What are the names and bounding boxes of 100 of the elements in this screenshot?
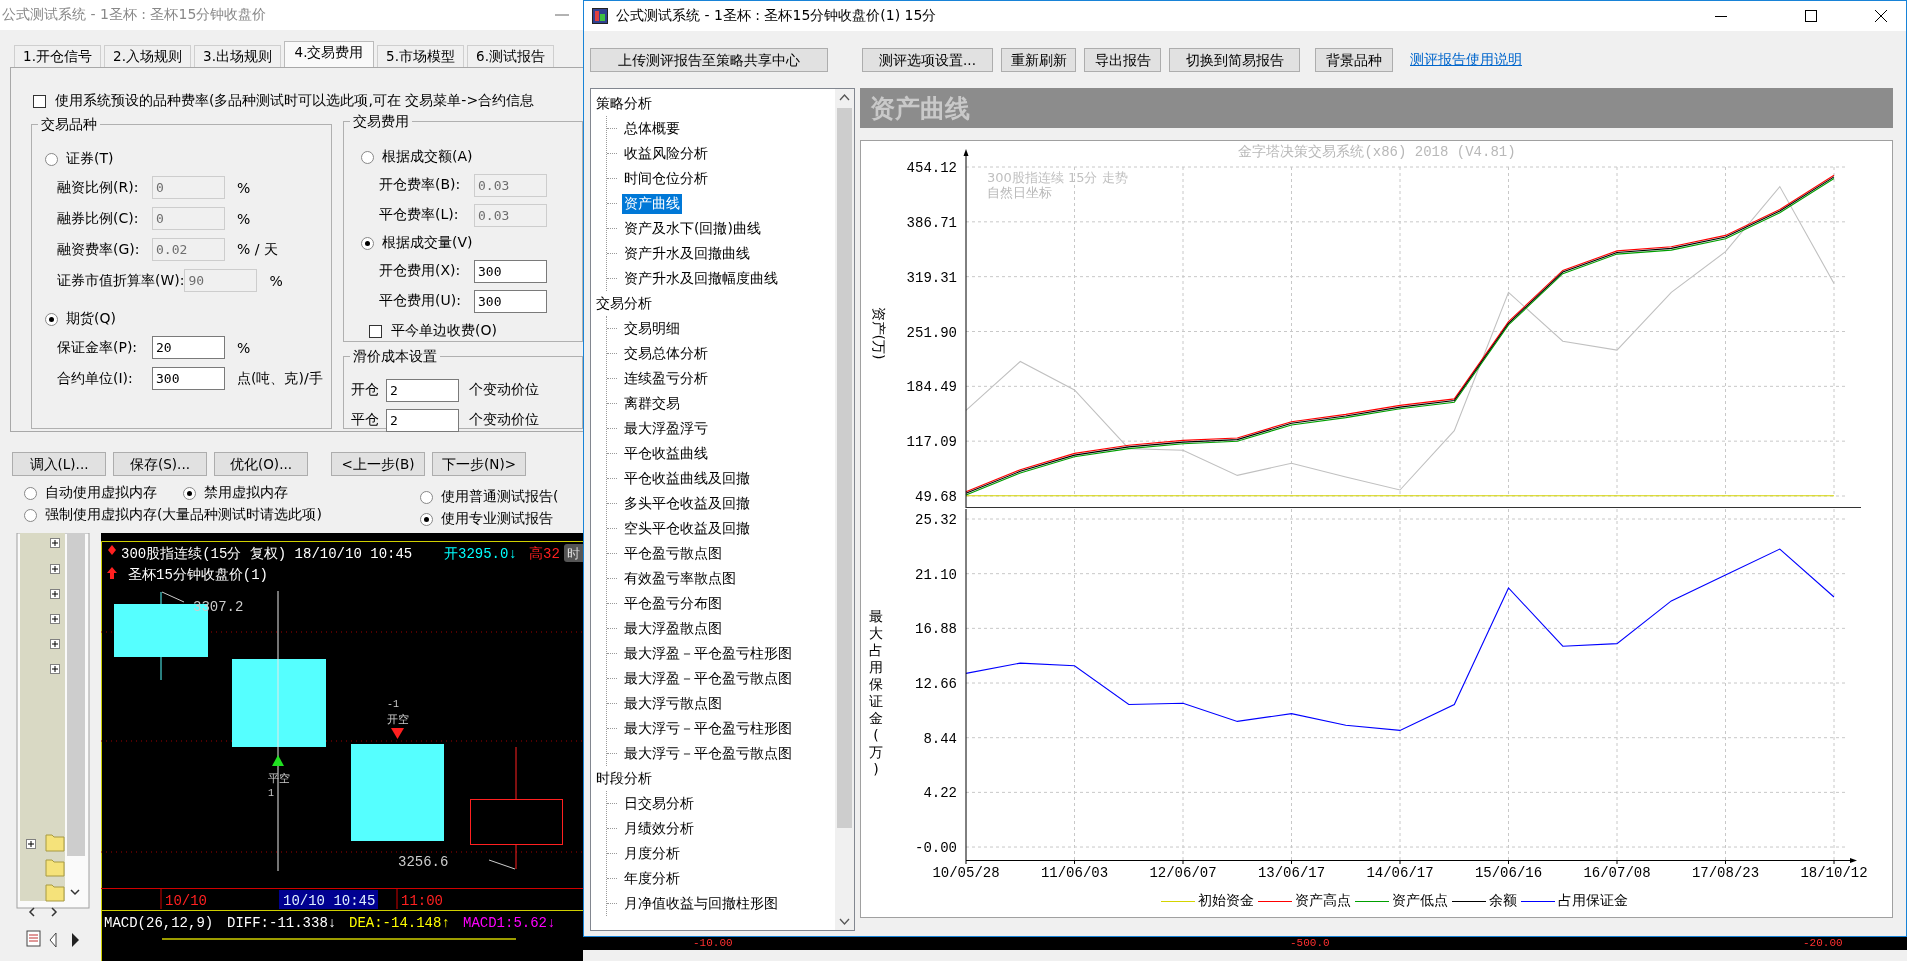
expand-icon[interactable] [26,839,36,849]
chevron-right-icon[interactable] [51,907,58,917]
tree-item[interactable]: 平仓盈亏散点图 [622,543,724,564]
button[interactable]: 保存(S)... [113,452,207,476]
input-field[interactable]: 300 [152,367,225,390]
radio-button[interactable] [361,236,374,250]
radio-button[interactable] [183,486,196,500]
tree-item[interactable]: 最大浮亏散点图 [622,693,724,714]
group-title: 滑价成本设置 [350,348,440,364]
help-link[interactable]: 测评报告使用说明 [1410,51,1522,69]
tree-item[interactable]: 多头平仓收益及回撤 [622,493,752,514]
tree-item[interactable]: 总体概要 [622,118,682,139]
tree-item[interactable]: 时段分析 [594,768,654,789]
tree-item[interactable]: 资产升水及回撤幅度曲线 [622,268,780,289]
tree-item[interactable]: 策略分析 [594,93,654,114]
expand-icon[interactable] [50,639,60,649]
radio-label: 禁用虚拟内存 [204,484,288,502]
tree-item[interactable]: 最大浮盈－平仓盈亏散点图 [622,668,794,689]
input-field[interactable]: 300 [474,259,547,283]
time-label: 11:00 [401,893,443,909]
button[interactable]: 调入(L)... [12,452,106,476]
radio-button[interactable] [24,508,37,522]
tree-item[interactable]: 最大浮亏－平仓盈亏散点图 [622,743,794,764]
tree-item[interactable]: 最大浮盈浮亏 [622,418,710,439]
tree-item[interactable]: 交易明细 [622,318,682,339]
tree-item[interactable]: 最大浮盈散点图 [622,618,724,639]
tab[interactable]: 5.市场模型 [377,45,464,67]
tab[interactable]: 4.交易费用 [284,41,374,67]
chevron-down-icon[interactable] [70,889,80,896]
axis-tick-label: 12/06/07 [1149,865,1217,881]
input-field[interactable]: 2 [386,408,459,432]
expand-icon[interactable] [50,538,60,548]
axis-tick-label: 17/08/23 [1691,865,1760,881]
triangle-right-icon[interactable] [72,933,79,947]
input-field[interactable]: 300 [474,289,547,313]
high-price: 高32 [529,546,560,562]
button[interactable]: 下一步(N)> [432,452,526,476]
axis-tick-label: -0.00 [915,840,957,857]
period-button[interactable]: 时 [564,544,583,562]
tree-item[interactable]: 连续盈亏分析 [622,368,710,389]
tree-item[interactable]: 资产曲线 [622,193,682,214]
price-label: 3256.6 [398,854,449,870]
tree-item[interactable]: 平仓收益曲线及回撤 [622,468,752,489]
triangle-left-icon[interactable] [49,932,57,948]
tree-item[interactable]: 最大浮亏－平仓盈亏柱形图 [622,718,794,739]
maximize-icon[interactable] [1805,10,1817,22]
tree-item[interactable]: 最大浮盈－平仓盈亏柱形图 [622,643,794,664]
tree-item[interactable]: 年度分析 [622,868,682,889]
close-icon[interactable] [1875,10,1887,22]
tree-item[interactable]: 月净值收益与回撤柱形图 [622,893,780,914]
radio-button[interactable] [45,312,58,326]
expand-icon[interactable] [50,664,60,674]
tab[interactable]: 3.出场规则 [194,45,281,67]
button[interactable]: <上一步(B) [331,452,425,476]
button[interactable]: 测评选项设置... [862,48,993,72]
tree-item[interactable]: 交易总体分析 [622,343,710,364]
tab[interactable]: 1.开仓信号 [14,45,101,67]
tree-item[interactable]: 月绩效分析 [622,818,696,839]
radio-button[interactable] [361,150,374,164]
button[interactable]: 优化(O)... [214,452,308,476]
up-triangle-icon [272,755,284,766]
axis-tick-label: 4.22 [923,785,957,802]
scrollbar-thumb[interactable] [67,533,85,856]
tab[interactable]: 6.测试报告 [467,45,554,67]
legend-label: 资产高点 [1295,892,1351,910]
tree-item[interactable]: 平仓收益曲线 [622,443,710,464]
tree-item[interactable]: 资产升水及回撤曲线 [622,243,752,264]
tree-item[interactable]: 交易分析 [594,293,654,314]
button[interactable]: 重新刷新 [1001,48,1076,72]
input-field[interactable]: 20 [152,336,225,359]
radio-button[interactable] [24,486,37,500]
tree-item[interactable]: 日交易分析 [622,793,696,814]
button[interactable]: 上传测评报告至策略共享中心 [590,48,828,72]
radio-button[interactable] [420,512,433,526]
tab[interactable]: 2.入场规则 [104,45,191,67]
chevron-left-icon[interactable] [28,907,35,917]
tree-item[interactable]: 资产及水下(回撤)曲线 [622,218,763,239]
checkbox[interactable] [369,324,382,338]
button[interactable]: 切换到简易报告 [1169,48,1300,72]
tree-item[interactable]: 离群交易 [622,393,682,414]
input-field[interactable]: 2 [386,378,459,402]
button[interactable]: 导出报告 [1084,48,1161,72]
tree-item[interactable]: 有效盈亏率散点图 [622,568,738,589]
window-title: 公式测试系统 - 1圣杯 : 圣杯15分钟收盘价 [2,6,267,24]
scrollbar-thumb[interactable] [837,108,852,828]
tree-item[interactable]: 平仓盈亏分布图 [622,593,724,614]
document-icon[interactable] [26,930,41,947]
radio-button[interactable] [420,490,433,504]
checkbox[interactable] [33,94,46,108]
expand-icon[interactable] [50,614,60,624]
radio-label: 强制使用虚拟内存(大量品种测试时请选此项) [45,506,322,524]
legend-label: 占用保证金 [1558,892,1628,910]
tree-item[interactable]: 月度分析 [622,843,682,864]
tree-item[interactable]: 收益风险分析 [622,143,710,164]
expand-icon[interactable] [50,589,60,599]
tree-item[interactable]: 空头平仓收益及回撤 [622,518,752,539]
button[interactable]: 背景品种 [1315,48,1393,72]
radio-button[interactable] [45,152,58,166]
expand-icon[interactable] [50,564,60,574]
tree-item[interactable]: 时间仓位分析 [622,168,710,189]
